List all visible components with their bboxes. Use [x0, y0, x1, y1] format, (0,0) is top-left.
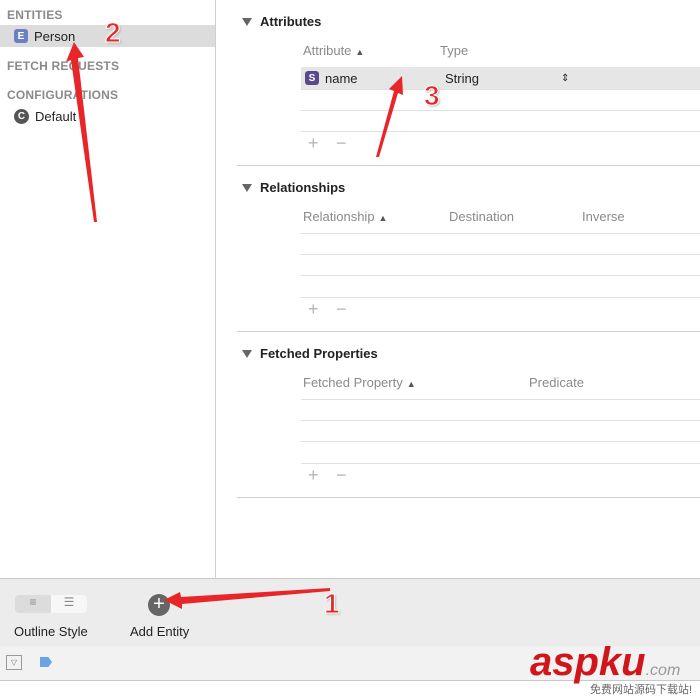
arrow-2 [66, 42, 97, 222]
annotation-1: 1 [324, 588, 341, 620]
watermark-logo: aspku.com [530, 640, 681, 684]
arrow-1 [164, 588, 330, 609]
watermark-tagline: 免费网站源码下载站! [590, 684, 693, 696]
arrow-3 [376, 76, 403, 157]
annotation-2: 2 [105, 17, 122, 49]
annotation-3: 3 [424, 80, 441, 112]
annotation-arrows [66, 42, 403, 609]
